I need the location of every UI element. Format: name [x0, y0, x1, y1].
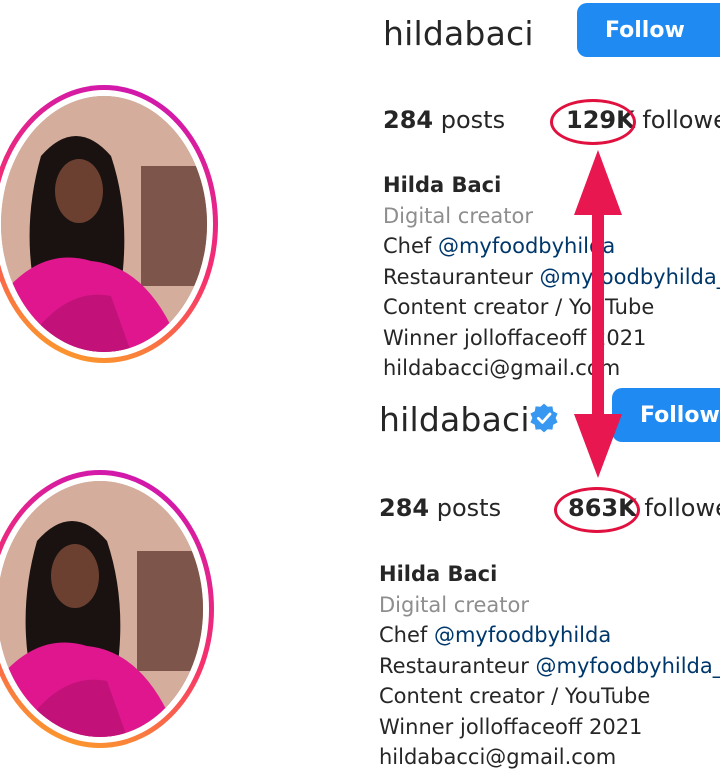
comparison-arrow-annotation: [574, 150, 622, 478]
double-arrow-icon: [574, 150, 622, 478]
